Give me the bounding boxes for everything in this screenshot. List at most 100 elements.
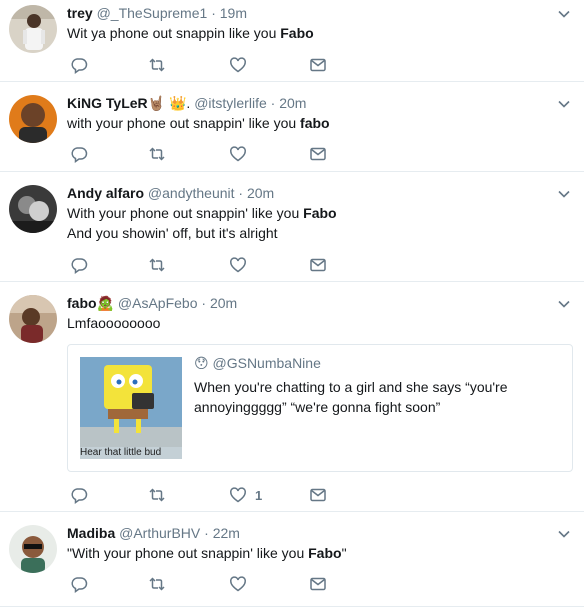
- chevron-down-icon[interactable]: [556, 96, 572, 112]
- reply-icon: [71, 258, 88, 274]
- chevron-down-icon[interactable]: [556, 186, 572, 202]
- reply-icon: [71, 577, 88, 593]
- chevron-down-icon[interactable]: [556, 6, 572, 22]
- tweet[interactable]: KiNG TyLeR🤘🏽 👑. @itstylerlife · 20m with…: [0, 82, 584, 172]
- retweet-button[interactable]: [148, 485, 166, 505]
- like-icon: [230, 257, 246, 273]
- like-icon: [230, 57, 246, 73]
- retweet-button[interactable]: [148, 255, 166, 275]
- reply-button[interactable]: [70, 255, 88, 275]
- timestamp[interactable]: 20m: [279, 95, 306, 111]
- avatar[interactable]: [9, 525, 57, 573]
- tweet-text-bold: Fabo: [308, 545, 342, 561]
- tweet-actions: [67, 55, 367, 75]
- retweet-button[interactable]: [148, 574, 166, 594]
- direct-message-button[interactable]: [309, 255, 327, 275]
- chevron-down-icon[interactable]: [556, 296, 572, 312]
- separator-dot: ·: [201, 295, 207, 311]
- retweet-icon: [149, 577, 165, 591]
- tweet-text-plain: with your phone out snappin' like you: [67, 115, 297, 131]
- quoted-user-handle[interactable]: @GSNumbaNine: [213, 355, 321, 371]
- user-handle[interactable]: @_TheSupreme1: [97, 5, 208, 21]
- direct-message-icon: [310, 58, 326, 72]
- reply-button[interactable]: [70, 55, 88, 75]
- tweet[interactable]: fabo🧟 @AsApFebo · 20m Lmfaoooooooo Hear …: [0, 282, 584, 512]
- user-handle[interactable]: @ArthurBHV: [119, 525, 200, 541]
- tweet-actions: [67, 255, 367, 275]
- display-name[interactable]: fabo: [67, 295, 97, 311]
- tweet-text: "With your phone out snappin' like you F…: [67, 543, 347, 563]
- timestamp[interactable]: 20m: [210, 295, 237, 311]
- tweet-header: trey @_TheSupreme1 · 19m: [67, 4, 247, 22]
- avatar[interactable]: [9, 295, 57, 343]
- user-handle[interactable]: @andytheunit: [148, 185, 235, 201]
- separator-dot: ·: [211, 5, 216, 21]
- avatar[interactable]: [9, 95, 57, 143]
- tweet-header: Madiba @ArthurBHV · 22m: [67, 524, 240, 542]
- tweet[interactable]: trey @_TheSupreme1 · 19m Wit ya phone ou…: [0, 0, 584, 82]
- tweet[interactable]: Madiba @ArthurBHV · 22m "With your phone…: [0, 512, 584, 607]
- like-button[interactable]: [229, 255, 247, 275]
- tweet[interactable]: Andy alfaro @andytheunit · 20m With your…: [0, 172, 584, 282]
- display-name[interactable]: Madiba: [67, 525, 115, 541]
- tweet-actions: 1: [67, 485, 367, 505]
- like-button[interactable]: [229, 55, 247, 75]
- tweet-text-plain: Wit ya phone out snappin like you: [67, 25, 277, 41]
- quoted-emoji: 😯: [194, 355, 209, 371]
- like-icon: [230, 146, 246, 162]
- direct-message-icon: [310, 147, 326, 161]
- direct-message-icon: [310, 488, 326, 502]
- quoted-tweet-header: 😯 @GSNumbaNine: [194, 355, 321, 372]
- tweet-text: Wit ya phone out snappin like you Fabo: [67, 23, 314, 43]
- retweet-button[interactable]: [148, 144, 166, 164]
- like-button[interactable]: 1: [229, 485, 262, 505]
- display-name[interactable]: KiNG TyLeR: [67, 95, 148, 111]
- tweet-actions: [67, 574, 367, 594]
- tweet-text-plain: With your phone out snappin' like you: [67, 205, 300, 221]
- timestamp[interactable]: 20m: [247, 185, 274, 201]
- retweet-button[interactable]: [148, 55, 166, 75]
- tweet-text-plain: Lmfaoooooooo: [67, 315, 161, 331]
- reply-button[interactable]: [70, 144, 88, 164]
- chevron-down-icon[interactable]: [556, 526, 572, 542]
- retweet-icon: [149, 488, 165, 502]
- direct-message-button[interactable]: [309, 574, 327, 594]
- image-caption: Hear that little bud: [80, 447, 182, 459]
- tweet-actions: [67, 144, 367, 164]
- reply-button[interactable]: [70, 574, 88, 594]
- direct-message-icon: [310, 577, 326, 591]
- retweet-icon: [149, 58, 165, 72]
- direct-message-button[interactable]: [309, 485, 327, 505]
- like-button[interactable]: [229, 144, 247, 164]
- direct-message-button[interactable]: [309, 55, 327, 75]
- timestamp[interactable]: 22m: [213, 525, 240, 541]
- reply-icon: [71, 488, 88, 504]
- avatar[interactable]: [9, 185, 57, 233]
- name-emoji: 🤘🏽 👑.: [147, 95, 191, 111]
- tweet-header: fabo🧟 @AsApFebo · 20m: [67, 294, 237, 312]
- quoted-tweet-image[interactable]: Hear that little bud: [80, 357, 182, 459]
- retweet-icon: [149, 147, 165, 161]
- like-icon: [230, 487, 246, 503]
- tweet-text-bold: Fabo: [280, 25, 314, 41]
- display-name[interactable]: Andy alfaro: [67, 185, 144, 201]
- reply-icon: [71, 58, 88, 74]
- separator-dot: ·: [270, 95, 276, 111]
- quoted-tweet-text: When you're chatting to a girl and she s…: [194, 379, 508, 415]
- separator-dot: ·: [204, 525, 209, 541]
- avatar[interactable]: [9, 5, 57, 53]
- display-name[interactable]: trey: [67, 5, 93, 21]
- retweet-icon: [149, 258, 165, 272]
- reply-button[interactable]: [70, 485, 88, 505]
- tweet-header: Andy alfaro @andytheunit · 20m: [67, 184, 274, 202]
- like-button[interactable]: [229, 574, 247, 594]
- tweet-text-bold: Fabo: [303, 205, 337, 221]
- quoted-tweet[interactable]: Hear that little bud 😯 @GSNumbaNine When…: [67, 344, 573, 472]
- like-icon: [230, 576, 246, 592]
- direct-message-button[interactable]: [309, 144, 327, 164]
- user-handle[interactable]: @itstylerlife: [194, 95, 267, 111]
- spongebob-image: [80, 357, 182, 459]
- timestamp[interactable]: 19m: [220, 5, 247, 21]
- tweet-text-bold: fabo: [300, 115, 330, 131]
- user-handle[interactable]: @AsApFebo: [118, 295, 198, 311]
